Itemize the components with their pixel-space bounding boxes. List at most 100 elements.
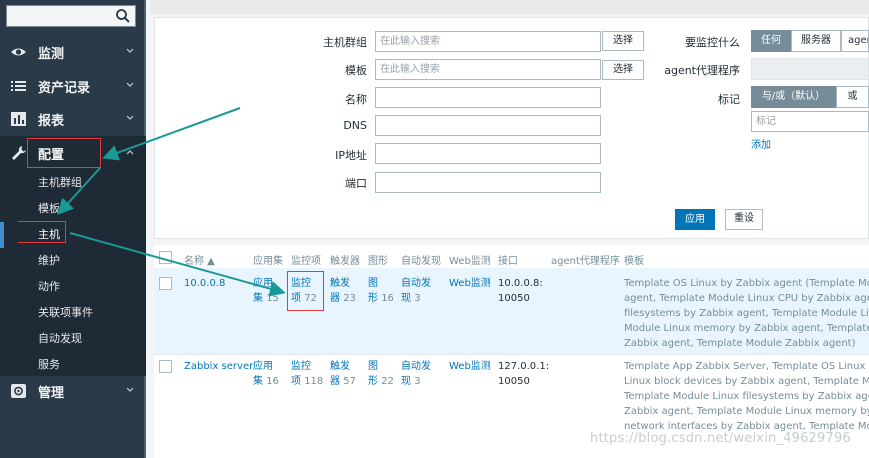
applications-link[interactable]: 应用 集 15 xyxy=(253,276,279,306)
template-line[interactable]: Template Module Linux filesystems by Zab… xyxy=(624,389,869,404)
menu-administration-label: 管理 xyxy=(38,385,65,401)
graphs-count: 16 xyxy=(381,293,394,304)
monitor-server-option[interactable]: 服务器 xyxy=(791,30,841,52)
row-checkbox[interactable] xyxy=(159,360,172,373)
applications-count: 15 xyxy=(266,293,279,304)
applications-link[interactable]: 应用 集 16 xyxy=(253,359,279,389)
chevron-down-icon xyxy=(126,82,134,87)
graphs-count: 22 xyxy=(381,376,394,387)
add-tag-link[interactable]: 添加 xyxy=(751,136,771,151)
tag-name-input[interactable]: 标记 xyxy=(751,111,869,132)
submenu-actions[interactable]: 动作 xyxy=(0,274,146,300)
templates-list: Template OS Linux by Zabbix agent (Templ… xyxy=(624,276,869,351)
interface-value: 10.0.0.8: 10050 xyxy=(498,276,543,306)
menu-administration[interactable]: 管理 xyxy=(0,374,146,408)
dns-label: DNS xyxy=(343,119,367,132)
tag-logic-or-option[interactable]: 或 xyxy=(836,86,869,108)
col-items-header: 监控项 xyxy=(291,256,321,267)
submenu-maintenance[interactable]: 维护 xyxy=(0,248,146,274)
graphs-link[interactable]: 图 形 16 xyxy=(368,276,394,306)
interface-port: 10050 xyxy=(498,376,530,387)
port-label: 端口 xyxy=(345,177,367,190)
top-bar xyxy=(150,0,869,14)
template-line[interactable]: agent, Template Module Linux CPU by Zabb… xyxy=(624,291,869,306)
applications-link-text: 应用 xyxy=(253,361,273,372)
items-link-text: 监控 xyxy=(291,361,311,372)
interface-value: 127.0.0.1: 10050 xyxy=(498,359,549,389)
col-proxy-header: agent代理程序 xyxy=(551,256,620,267)
list-icon xyxy=(11,81,26,91)
submenu-discovery[interactable]: 自动发现 xyxy=(0,326,146,352)
monitor-agent-option[interactable]: agent xyxy=(841,30,869,52)
template-input[interactable]: 在此输入搜索 xyxy=(375,59,601,80)
main-content: 主机群组 在此输入搜索 选择 模板 在此输入搜索 选择 名称 DNS IP地址 … xyxy=(150,0,869,458)
monitor-what-label: 要监控什么 xyxy=(685,36,740,49)
row-checkbox[interactable] xyxy=(159,277,172,290)
reset-button[interactable]: 重设 xyxy=(725,209,763,230)
template-line[interactable]: Zabbix agent, Template Module Zabbix age… xyxy=(624,336,869,351)
template-select-button[interactable]: 选择 xyxy=(602,60,644,80)
agent-proxy-input[interactable] xyxy=(751,58,869,80)
discovery-link[interactable]: 自动发 现 3 xyxy=(401,359,431,389)
gear-icon xyxy=(11,384,26,398)
web-link[interactable]: Web监测 xyxy=(449,359,491,374)
apply-button[interactable]: 应用 xyxy=(675,209,715,230)
host-name-link[interactable]: Zabbix server xyxy=(184,359,253,374)
port-input[interactable] xyxy=(375,172,601,193)
chevron-down-icon xyxy=(126,115,134,120)
template-line[interactable]: Linux block devices by Zabbix agent, Tem… xyxy=(624,374,869,389)
menu-inventory[interactable]: 资产记录 xyxy=(0,69,146,103)
items-link[interactable]: 监控 项 118 xyxy=(291,359,323,389)
wrench-icon xyxy=(12,146,26,160)
tag-logic-and-or-option[interactable]: 与/或（默认） xyxy=(751,86,836,108)
template-line[interactable]: Template OS Linux by Zabbix agent (Templ… xyxy=(624,276,869,291)
interface-address: 127.0.0.1: xyxy=(498,361,550,372)
triggers-count: 23 xyxy=(343,293,356,304)
host-group-input[interactable]: 在此输入搜索 xyxy=(375,31,601,52)
interface-address: 10.0.0.8: xyxy=(498,278,543,289)
applications-link-text: 集 xyxy=(253,293,263,304)
menu-monitoring[interactable]: 监测 xyxy=(0,35,146,69)
menu-inventory-label: 资产记录 xyxy=(38,80,91,96)
select-all-checkbox[interactable] xyxy=(159,251,172,264)
discovery-link[interactable]: 自动发 现 3 xyxy=(401,276,431,306)
triggers-link[interactable]: 触发 器 57 xyxy=(330,359,356,389)
graphs-link[interactable]: 图 形 22 xyxy=(368,359,394,389)
submenu-event-correlation[interactable]: 关联项事件 xyxy=(0,300,146,326)
search-icon[interactable] xyxy=(115,8,131,24)
name-label: 名称 xyxy=(345,93,367,106)
col-graphs-header: 图形 xyxy=(368,256,388,267)
triggers-link[interactable]: 触发 器 23 xyxy=(330,276,356,306)
submenu-host-groups[interactable]: 主机群组 xyxy=(0,170,146,196)
host-group-select-button[interactable]: 选择 xyxy=(602,31,644,51)
applications-link-text: 集 xyxy=(253,376,263,387)
discovery-link-text: 自动发 xyxy=(401,361,431,372)
template-line[interactable]: filesystems by Zabbix agent, Template Mo… xyxy=(624,306,869,321)
eye-icon xyxy=(11,48,26,56)
graphs-link-text: 形 xyxy=(368,293,378,304)
col-applications-header: 应用集 xyxy=(253,256,283,267)
template-line[interactable]: Module Linux memory by Zabbix agent, Tem… xyxy=(624,321,869,336)
dns-input[interactable] xyxy=(375,115,601,136)
applications-count: 16 xyxy=(266,376,279,387)
discovery-link-text: 现 xyxy=(401,293,411,304)
template-line[interactable]: Zabbix agent, Template Module Linux memo… xyxy=(624,404,869,419)
col-name-header[interactable]: 名称 ▲ xyxy=(184,252,215,267)
submenu-templates[interactable]: 模板 xyxy=(0,196,146,222)
monitor-any-option[interactable]: 任何 xyxy=(751,30,791,52)
col-discovery-header: 自动发现 xyxy=(401,256,441,267)
chevron-down-icon xyxy=(126,48,134,53)
template-line[interactable]: Template App Zabbix Server, Template OS … xyxy=(624,359,869,374)
annotation-box-items xyxy=(287,271,324,311)
graphs-link-text: 图 xyxy=(368,361,378,372)
graphs-link-text: 图 xyxy=(368,278,378,289)
chevron-up-icon xyxy=(126,150,134,155)
ip-label: IP地址 xyxy=(335,149,367,162)
menu-reports[interactable]: 报表 xyxy=(0,102,146,136)
ip-input[interactable] xyxy=(375,143,601,164)
items-count: 118 xyxy=(304,376,324,387)
sidebar-search-input[interactable] xyxy=(6,5,136,27)
name-input[interactable] xyxy=(375,87,601,108)
web-link[interactable]: Web监测 xyxy=(449,276,491,291)
host-name-link[interactable]: 10.0.0.8 xyxy=(184,276,225,291)
